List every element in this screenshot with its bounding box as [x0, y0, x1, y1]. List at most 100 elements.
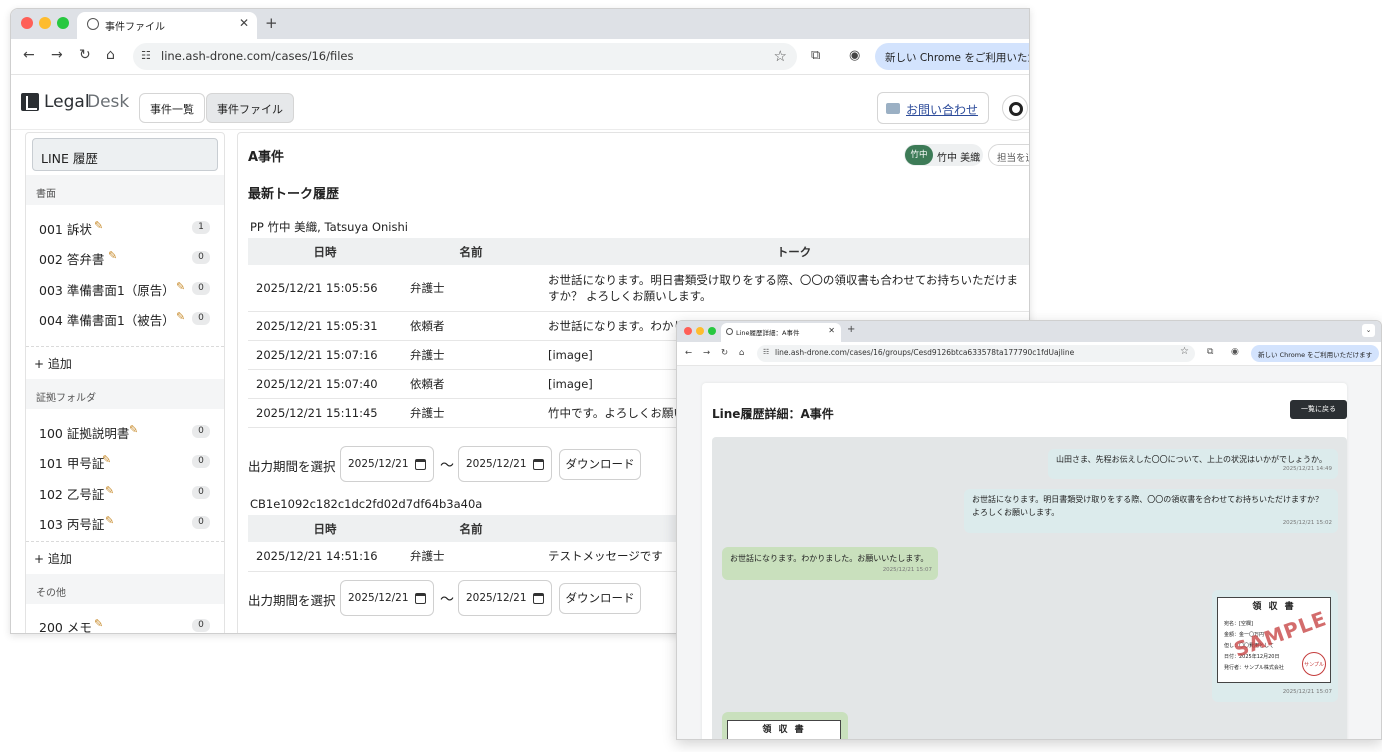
- date-from-input[interactable]: 2025/12/21: [340, 446, 434, 482]
- pencil-icon[interactable]: ✎: [94, 617, 103, 630]
- back-arrow-icon[interactable]: ←: [23, 47, 35, 63]
- sidebar-item-102[interactable]: 102 乙号証 ✎ 0: [26, 477, 224, 507]
- pencil-icon[interactable]: ✎: [176, 310, 185, 323]
- chat-area: 山田さま、先程お伝えした〇〇について、上上の状況はいかがでしょうか。 2025/…: [712, 437, 1347, 739]
- message-text: お世話になります。わかりました。お願いいたします。: [730, 554, 929, 563]
- calendar-icon[interactable]: [533, 459, 544, 470]
- contact-label: お問い合わせ: [906, 103, 979, 117]
- pencil-icon[interactable]: ✎: [129, 423, 138, 436]
- nav-case-list-button[interactable]: 事件一覧: [139, 93, 205, 123]
- add-document-button[interactable]: + 追加: [26, 346, 224, 376]
- bookmark-star-icon[interactable]: ☆: [1180, 346, 1189, 357]
- item-label: 102 乙号証: [39, 487, 105, 502]
- maximize-window-button[interactable]: [57, 17, 69, 29]
- count-badge: 0: [192, 282, 210, 295]
- sidebar-item-103[interactable]: 103 丙号証 ✎ 0: [26, 507, 224, 537]
- sidebar-item-003[interactable]: 003 準備書面1（原告） ✎ 0: [26, 273, 224, 303]
- forward-arrow-icon[interactable]: →: [51, 47, 63, 63]
- back-to-list-button[interactable]: 一覧に戻る: [1290, 400, 1347, 419]
- image-message-bubble[interactable]: 領 収 書: [722, 712, 848, 739]
- tab-strip: 事件ファイル ✕ +: [11, 9, 1029, 39]
- add-label: + 追加: [34, 552, 72, 566]
- receipt-image[interactable]: 領 収 書 宛名：[空欄] 金額：金一〇万円 但し：〇〇費用として 日付：202…: [1217, 597, 1331, 683]
- message-text: お世話になります。明日書類受け取りをする際、〇〇の領収書を合わせてお持ちいただけ…: [972, 495, 1323, 517]
- site-settings-icon[interactable]: ☷: [763, 348, 769, 356]
- pencil-icon[interactable]: ✎: [102, 453, 111, 466]
- close-window-button[interactable]: [21, 17, 33, 29]
- globe-icon: [87, 18, 99, 30]
- pencil-icon[interactable]: ✎: [94, 219, 103, 232]
- browser-tab[interactable]: 事件ファイル ✕: [77, 12, 257, 39]
- new-tab-button[interactable]: +: [265, 14, 278, 32]
- profile-icon[interactable]: ◉: [849, 48, 860, 63]
- tab-close-icon[interactable]: ✕: [239, 16, 249, 30]
- assignee-chip[interactable]: 竹中 竹中 美織: [904, 144, 983, 166]
- pencil-icon[interactable]: ✎: [105, 514, 114, 527]
- download-button[interactable]: ダウンロード: [559, 449, 641, 480]
- home-icon[interactable]: ⌂: [106, 47, 115, 63]
- date-to-input[interactable]: 2025/12/21: [458, 580, 552, 616]
- tab-close-icon[interactable]: ✕: [828, 326, 835, 335]
- profile-icon[interactable]: ◉: [1231, 347, 1239, 357]
- date-from-input[interactable]: 2025/12/21: [340, 580, 434, 616]
- calendar-icon[interactable]: [415, 593, 426, 604]
- pencil-icon[interactable]: ✎: [176, 280, 185, 293]
- range-tilde: 〜: [440, 458, 454, 474]
- close-window-button[interactable]: [684, 327, 692, 335]
- extensions-icon[interactable]: ⧉: [1207, 347, 1213, 357]
- settings-icon[interactable]: [1002, 95, 1028, 121]
- cell-date: 2025/12/21 15:07:40: [248, 369, 402, 399]
- new-tab-button[interactable]: +: [847, 324, 855, 335]
- cell-name: 弁護士: [402, 340, 540, 370]
- column-header-name: 名前: [402, 238, 540, 265]
- minimize-window-button[interactable]: [39, 17, 51, 29]
- contact-button[interactable]: お問い合わせ: [877, 92, 989, 124]
- reload-icon[interactable]: ↻: [721, 348, 728, 358]
- add-evidence-button[interactable]: + 追加: [26, 541, 224, 571]
- url-text: line.ash-drone.com/cases/16/groups/Cesd9…: [775, 348, 1075, 357]
- sidebar-item-100[interactable]: 100 証拠説明書 ✎ 0: [26, 416, 224, 446]
- chevron-down-icon[interactable]: ⌄: [1362, 324, 1375, 337]
- back-arrow-icon[interactable]: ←: [685, 348, 692, 358]
- browser-tab[interactable]: Line履歴詳細：A事件 ✕: [721, 323, 841, 342]
- count-badge: 0: [192, 486, 210, 499]
- address-bar[interactable]: ☷ line.ash-drone.com/cases/16/groups/Ces…: [757, 345, 1195, 362]
- item-label: 101 甲号証: [39, 456, 105, 471]
- maximize-window-button[interactable]: [708, 327, 716, 335]
- browser-toolbar: ← → ↻ ⌂ ☷ line.ash-drone.com/cases/16/gr…: [677, 342, 1381, 366]
- add-assignee-button[interactable]: 担当を追: [988, 144, 1029, 166]
- receipt-image[interactable]: 領 収 書: [727, 720, 841, 739]
- site-settings-icon[interactable]: ☷: [141, 49, 151, 62]
- sidebar-item-101[interactable]: 101 甲号証 ✎ 0: [26, 446, 224, 476]
- sidebar-item-004[interactable]: 004 準備書面1（被告） ✎ 0: [26, 303, 224, 333]
- calendar-icon[interactable]: [533, 593, 544, 604]
- reload-icon[interactable]: ↻: [79, 47, 91, 63]
- count-badge: 0: [192, 251, 210, 264]
- minimize-window-button[interactable]: [696, 327, 704, 335]
- section-title: 最新トーク履歴: [248, 187, 340, 202]
- download-button[interactable]: ダウンロード: [559, 583, 641, 614]
- nav-case-files-button[interactable]: 事件ファイル: [206, 93, 294, 123]
- pencil-icon[interactable]: ✎: [108, 249, 117, 262]
- bookmark-star-icon[interactable]: ☆: [774, 47, 787, 65]
- calendar-icon[interactable]: [415, 459, 426, 470]
- section-header-documents: 書面: [26, 175, 224, 205]
- image-message-bubble[interactable]: 領 収 書 宛名：[空欄] 金額：金一〇万円 但し：〇〇費用として 日付：202…: [1212, 590, 1338, 702]
- pencil-icon[interactable]: ✎: [105, 484, 114, 497]
- sidebar-item-001[interactable]: 001 訴状 ✎ 1: [26, 212, 224, 242]
- sidebar-item-002[interactable]: 002 答弁書 ✎ 0: [26, 242, 224, 272]
- sidebar-line-history-item[interactable]: LINE 履歴: [32, 138, 218, 171]
- assignee-avatar: 竹中: [905, 145, 933, 165]
- forward-arrow-icon[interactable]: →: [703, 348, 710, 358]
- address-bar[interactable]: ☷ line.ash-drone.com/cases/16/files ☆: [133, 43, 797, 70]
- message-time: 2025/12/21 14:49: [1282, 466, 1332, 472]
- home-icon[interactable]: ⌂: [739, 348, 744, 358]
- item-label: 100 証拠説明書: [39, 426, 130, 441]
- extensions-icon[interactable]: ⧉: [811, 48, 820, 63]
- new-chrome-pill[interactable]: 新しい Chrome をご利用いただけます: [1251, 345, 1379, 362]
- item-label: 004 準備書面1（被告）: [39, 313, 175, 328]
- date-to-input[interactable]: 2025/12/21: [458, 446, 552, 482]
- new-chrome-pill[interactable]: 新しい Chrome をご利用いただけ: [875, 43, 1029, 70]
- item-label: 103 丙号証: [39, 517, 105, 532]
- sidebar-item-200[interactable]: 200 メモ ✎ 0: [26, 610, 224, 633]
